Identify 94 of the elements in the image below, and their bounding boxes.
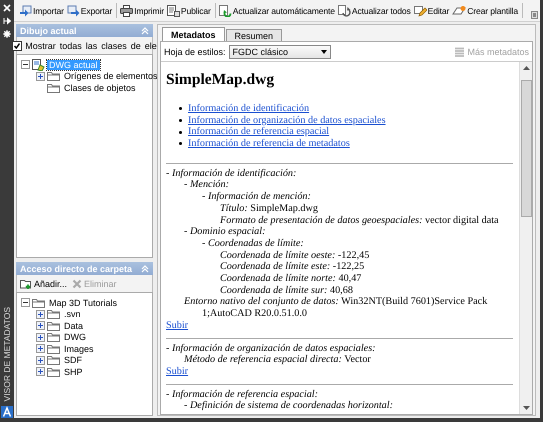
metadata-entry: Título: SimpleMap.dwg <box>219 202 319 215</box>
panel-title: Acceso directo de carpeta <box>20 264 132 274</box>
add-folder-icon <box>20 278 32 289</box>
tree-item[interactable]: Map 3D Tutorials <box>47 298 120 308</box>
checkbox[interactable] <box>12 40 22 50</box>
refresh-all-icon <box>338 4 351 16</box>
toolbar-button[interactable]: Importar <box>18 4 66 18</box>
folder-icon <box>47 332 60 342</box>
caret-icon <box>320 50 327 54</box>
back-to-top-link[interactable]: Subir <box>166 320 188 332</box>
printer-icon <box>120 4 134 16</box>
folder-icon <box>47 366 60 377</box>
tree-item[interactable]: .svn <box>62 309 83 320</box>
panel-title: VISOR DE METADATOS <box>2 306 12 401</box>
folder-icon <box>47 320 60 331</box>
field-label: Hoja de estilos: <box>164 46 226 56</box>
folder-icon <box>47 309 60 320</box>
folder-icon <box>47 71 60 82</box>
publish-icon <box>166 4 180 16</box>
bullet-icon <box>179 119 182 122</box>
section-link[interactable]: Información de referencia de metadatos <box>188 138 350 150</box>
metadata-entry: Coordenada de límite este: -122,25 <box>219 261 366 274</box>
back-to-top-link[interactable]: Subir <box>166 366 188 378</box>
document-title: SimpleMap.dwg <box>166 71 276 89</box>
export-icon <box>66 4 80 16</box>
toolbar-button[interactable]: Imprimir <box>119 4 166 18</box>
expand-toggle-icon[interactable] <box>36 72 45 81</box>
logo-icon <box>1 406 13 418</box>
bullet-icon <box>179 107 182 110</box>
tree-item[interactable]: Orígenes de elementos <box>62 71 160 82</box>
folder-icon <box>47 344 60 354</box>
panel-title: Dibujo actual <box>20 26 77 36</box>
delete-icon <box>72 278 82 288</box>
bullet-icon <box>179 142 182 146</box>
scrollbar[interactable] <box>519 62 532 414</box>
metadata-entry: Método de referencia espacial directa: Vector <box>183 354 372 366</box>
metadata-entry: Coordenada de límite oeste: -122,45 <box>219 250 370 262</box>
metadata-entry: Coordenada de límite sur: 40,68 <box>219 284 354 296</box>
metadata-entry: - Definición de sistema de coordenadas horizontal: <box>183 400 394 412</box>
toolbar-button[interactable]: Exportar <box>66 4 114 18</box>
drawing-icon <box>32 58 45 71</box>
folder-icon <box>32 298 45 308</box>
tab[interactable]: Metadatos <box>162 27 225 41</box>
metadata-entry: - Información de organización de datos espaciales: <box>166 342 377 354</box>
metadata-entry: Entorno nativo del conjunto de datos: Win32NT(Build 7601)Service Pack 1;AutoCAD R20.0.51.0.0 <box>183 296 488 320</box>
tree-item[interactable]: SHP <box>62 366 85 377</box>
toolbar-button[interactable]: Actualizar todos <box>336 4 413 18</box>
tree-item[interactable]: DWG <box>62 332 88 342</box>
metadata-entry: - Coordenadas de límite: <box>201 238 305 250</box>
section-link[interactable]: Información de organización de datos espaciales <box>188 114 386 126</box>
bullet-icon <box>179 130 182 134</box>
toolbar-button[interactable]: Crear plantilla <box>451 4 520 18</box>
expand-toggle-icon[interactable] <box>36 344 45 354</box>
refresh-icon <box>218 4 232 16</box>
metadata-entry: - Información de mención: <box>201 191 312 203</box>
toolbar-button[interactable]: Publicar <box>166 4 213 18</box>
folder-icon <box>47 355 60 366</box>
expand-toggle-icon[interactable] <box>36 321 45 330</box>
tree-item[interactable]: SDF <box>62 355 84 366</box>
settings-icon[interactable] <box>3 30 11 38</box>
tab[interactable]: Resumen <box>226 29 282 41</box>
stylesheet-dropdown[interactable]: FGDC clásico <box>228 44 331 58</box>
section-link[interactable]: Información de referencia espacial <box>188 126 330 138</box>
collapse-toggle-icon[interactable] <box>21 298 30 308</box>
expand-toggle-icon[interactable] <box>36 367 45 376</box>
tree-item[interactable]: Images <box>62 344 96 354</box>
toolbar-overflow-icon[interactable] <box>531 11 538 19</box>
section-link[interactable]: Información de identificación <box>188 103 310 115</box>
checkbox-label[interactable]: Mostrar todas las clases de ele <box>25 40 157 50</box>
template-icon <box>452 4 466 16</box>
collapse-toggle-icon[interactable] <box>21 60 30 70</box>
expand-toggle-icon[interactable] <box>36 332 45 342</box>
import-icon <box>19 4 32 16</box>
toolbar-button[interactable]: Actualizar automáticamente <box>218 4 337 18</box>
close-icon[interactable] <box>3 4 11 12</box>
expand-toggle-icon[interactable] <box>36 310 45 319</box>
metadata-entry: Formato de presentación de datos geoespaciales: vector digital data <box>219 214 500 226</box>
toolbar-button[interactable]: Añadir... <box>20 278 68 289</box>
metadata-entry: - Mención: <box>183 179 230 192</box>
scroll-down-icon[interactable] <box>522 406 530 410</box>
scroll-up-icon[interactable] <box>522 66 530 70</box>
metadata-entry: - Dominio espacial: <box>183 226 266 238</box>
stack-icon <box>454 46 466 56</box>
metadata-entry: - Información de referencia espacial: <box>166 388 320 400</box>
check-icon <box>14 42 20 48</box>
metadata-entry: Coordenada de límite norte: 40,47 <box>219 273 362 285</box>
tree-item[interactable]: Clases de objetos <box>62 82 138 93</box>
expand-toggle-icon[interactable] <box>36 356 45 365</box>
metadata-entry: - Información de identificación: <box>166 168 298 180</box>
tree-item[interactable]: Data <box>62 320 86 331</box>
pencil-icon <box>414 4 427 16</box>
folder-icon <box>47 82 60 93</box>
toolbar-button[interactable]: Editar <box>412 4 452 18</box>
pin-icon[interactable] <box>3 17 11 25</box>
